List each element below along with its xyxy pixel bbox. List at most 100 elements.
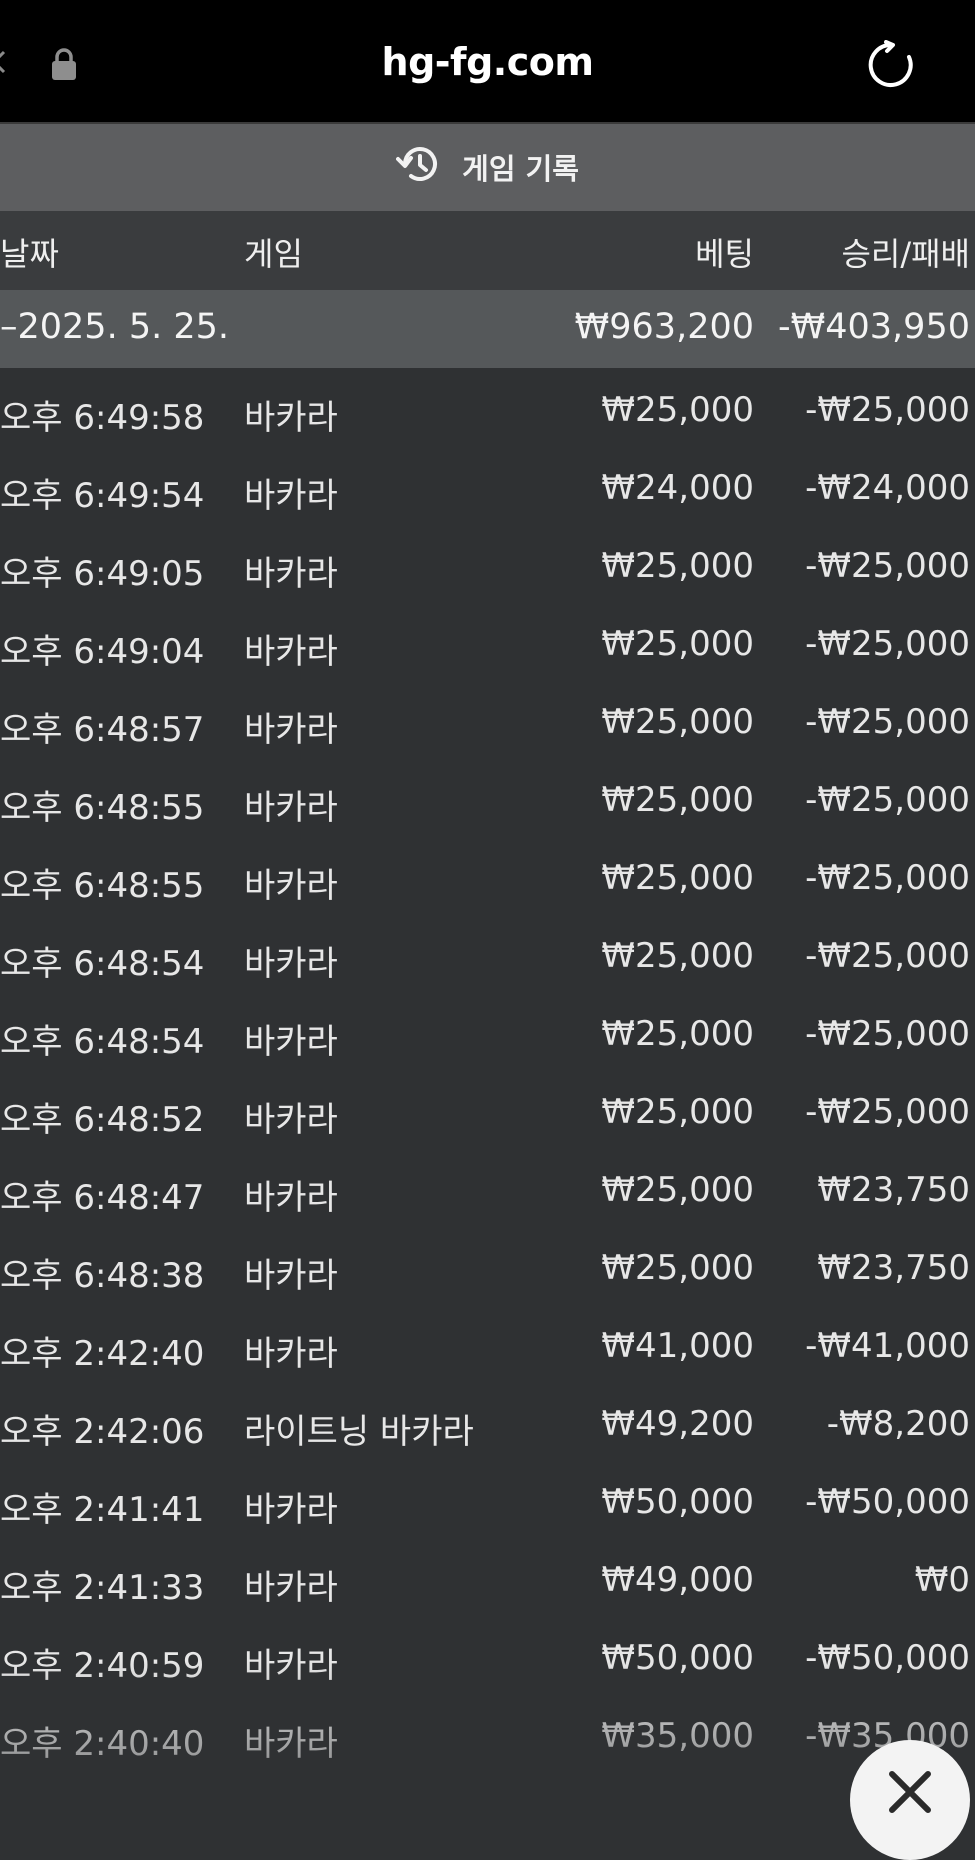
row-game: 바카라: [244, 788, 338, 828]
table-row[interactable]: 오후 6:48:54 바카라 ₩25,000 -₩25,000: [0, 914, 975, 992]
row-result: -₩50,000: [805, 1638, 970, 1678]
row-bet: ₩24,000: [601, 468, 754, 508]
table-header: 날짜 게임 베팅 승리/패배: [0, 211, 975, 290]
row-bet: ₩25,000: [601, 546, 754, 586]
row-time: 오후 6:48:57: [0, 710, 205, 750]
row-time: 오후 6:48:47: [0, 1178, 205, 1218]
row-game: 바카라: [244, 1022, 338, 1062]
row-game: 바카라: [244, 1646, 338, 1686]
row-game: 바카라: [244, 1256, 338, 1296]
row-result: -₩50,000: [805, 1482, 970, 1522]
table-row[interactable]: 오후 2:41:41 바카라 ₩50,000 -₩50,000: [0, 1460, 975, 1538]
table-row[interactable]: 오후 6:48:57 바카라 ₩25,000 -₩25,000: [0, 680, 975, 758]
row-time: 오후 6:48:55: [0, 866, 205, 906]
row-game: 바카라: [244, 944, 338, 984]
table-row[interactable]: 오후 6:48:38 바카라 ₩25,000 ₩23,750: [0, 1226, 975, 1304]
row-result: ₩23,750: [817, 1248, 970, 1288]
reload-icon[interactable]: [866, 40, 916, 94]
row-result: -₩25,000: [805, 1014, 970, 1054]
row-game: 바카라: [244, 1724, 338, 1764]
row-time: 오후 2:42:40: [0, 1334, 205, 1374]
table-row[interactable]: 오후 6:49:54 바카라 ₩24,000 -₩24,000: [0, 446, 975, 524]
table-row[interactable]: 오후 2:41:33 바카라 ₩49,000 ₩0: [0, 1538, 975, 1616]
header-result: 승리/패배: [841, 235, 970, 273]
table-row[interactable]: 오후 6:48:47 바카라 ₩25,000 ₩23,750: [0, 1148, 975, 1226]
row-bet: ₩25,000: [601, 1014, 754, 1054]
summary-date: –2025. 5. 25.: [0, 307, 230, 347]
row-time: 오후 6:48:55: [0, 788, 205, 828]
row-game: 바카라: [244, 1100, 338, 1140]
table-row[interactable]: 오후 2:40:40 바카라 ₩35,000 -₩35,000: [0, 1694, 975, 1772]
row-time: 오후 6:48:52: [0, 1100, 205, 1140]
table-row[interactable]: 오후 6:48:54 바카라 ₩25,000 -₩25,000: [0, 992, 975, 1070]
row-result: -₩25,000: [805, 1092, 970, 1132]
row-result: -₩25,000: [805, 858, 970, 898]
table-row[interactable]: 오후 2:42:06 라이트닝 바카라 ₩49,200 -₩8,200: [0, 1382, 975, 1460]
row-time: 오후 2:40:40: [0, 1724, 205, 1764]
history-icon: [396, 147, 437, 181]
row-time: 오후 6:49:58: [0, 398, 205, 438]
row-game: 바카라: [244, 866, 338, 906]
row-time: 오후 2:40:59: [0, 1646, 205, 1686]
row-result: -₩41,000: [805, 1326, 970, 1366]
row-result: -₩25,000: [805, 780, 970, 820]
row-result: ₩23,750: [817, 1170, 970, 1210]
row-bet: ₩25,000: [601, 780, 754, 820]
table-row[interactable]: 오후 6:49:58 바카라 ₩25,000 -₩25,000: [0, 368, 975, 446]
row-game: 라이트닝 바카라: [244, 1412, 474, 1452]
row-game: 바카라: [244, 1568, 338, 1608]
row-game: 바카라: [244, 710, 338, 750]
row-time: 오후 6:49:54: [0, 476, 205, 516]
url-text[interactable]: hg-fg.com: [0, 40, 975, 84]
summary-result: -₩403,950: [778, 307, 970, 347]
row-bet: ₩25,000: [601, 390, 754, 430]
header-date: 날짜: [0, 235, 59, 273]
row-bet: ₩50,000: [601, 1638, 754, 1678]
row-bet: ₩25,000: [601, 1092, 754, 1132]
header-bet: 베팅: [695, 235, 754, 273]
table-row[interactable]: 오후 2:40:59 바카라 ₩50,000 -₩50,000: [0, 1616, 975, 1694]
row-bet: ₩49,000: [601, 1560, 754, 1600]
row-bet: ₩25,000: [601, 702, 754, 742]
row-bet: ₩50,000: [601, 1482, 754, 1522]
row-bet: ₩35,000: [601, 1716, 754, 1756]
row-result: -₩8,200: [826, 1404, 970, 1444]
row-bet: ₩25,000: [601, 936, 754, 976]
table-row[interactable]: 오후 6:48:55 바카라 ₩25,000 -₩25,000: [0, 758, 975, 836]
table-row[interactable]: 오후 6:48:55 바카라 ₩25,000 -₩25,000: [0, 836, 975, 914]
row-game: 바카라: [244, 476, 338, 516]
summary-bet: ₩963,200: [574, 307, 754, 347]
row-time: 오후 2:41:33: [0, 1568, 205, 1608]
row-time: 오후 6:49:05: [0, 554, 205, 594]
row-result: -₩25,000: [805, 702, 970, 742]
close-button[interactable]: [850, 1740, 970, 1860]
row-result: -₩25,000: [805, 624, 970, 664]
table-row[interactable]: 오후 6:48:52 바카라 ₩25,000 -₩25,000: [0, 1070, 975, 1148]
row-bet: ₩25,000: [601, 1248, 754, 1288]
row-result: ₩0: [914, 1560, 970, 1600]
row-result: -₩25,000: [805, 936, 970, 976]
table-row[interactable]: 오후 2:42:40 바카라 ₩41,000 -₩41,000: [0, 1304, 975, 1382]
row-game: 바카라: [244, 1334, 338, 1374]
page-title: 게임 기록: [462, 152, 579, 186]
row-time: 오후 2:41:41: [0, 1490, 205, 1530]
row-result: -₩24,000: [805, 468, 970, 508]
row-bet: ₩25,000: [601, 624, 754, 664]
date-summary-row[interactable]: –2025. 5. 25. ₩963,200 -₩403,950: [0, 290, 975, 368]
row-game: 바카라: [244, 398, 338, 438]
row-bet: ₩41,000: [601, 1326, 754, 1366]
row-bet: ₩25,000: [601, 1170, 754, 1210]
row-time: 오후 6:49:04: [0, 632, 205, 672]
row-time: 오후 6:48:54: [0, 1022, 205, 1062]
row-time: 오후 2:42:06: [0, 1412, 205, 1452]
history-list: 오후 6:49:58 바카라 ₩25,000 -₩25,000 오후 6:49:…: [0, 368, 975, 1772]
row-game: 바카라: [244, 554, 338, 594]
row-game: 바카라: [244, 1178, 338, 1218]
header-game: 게임: [244, 235, 303, 273]
table-row[interactable]: 오후 6:49:04 바카라 ₩25,000 -₩25,000: [0, 602, 975, 680]
row-time: 오후 6:48:54: [0, 944, 205, 984]
row-bet: ₩25,000: [601, 858, 754, 898]
table-row[interactable]: 오후 6:49:05 바카라 ₩25,000 -₩25,000: [0, 524, 975, 602]
row-time: 오후 6:48:38: [0, 1256, 205, 1296]
row-game: 바카라: [244, 632, 338, 672]
